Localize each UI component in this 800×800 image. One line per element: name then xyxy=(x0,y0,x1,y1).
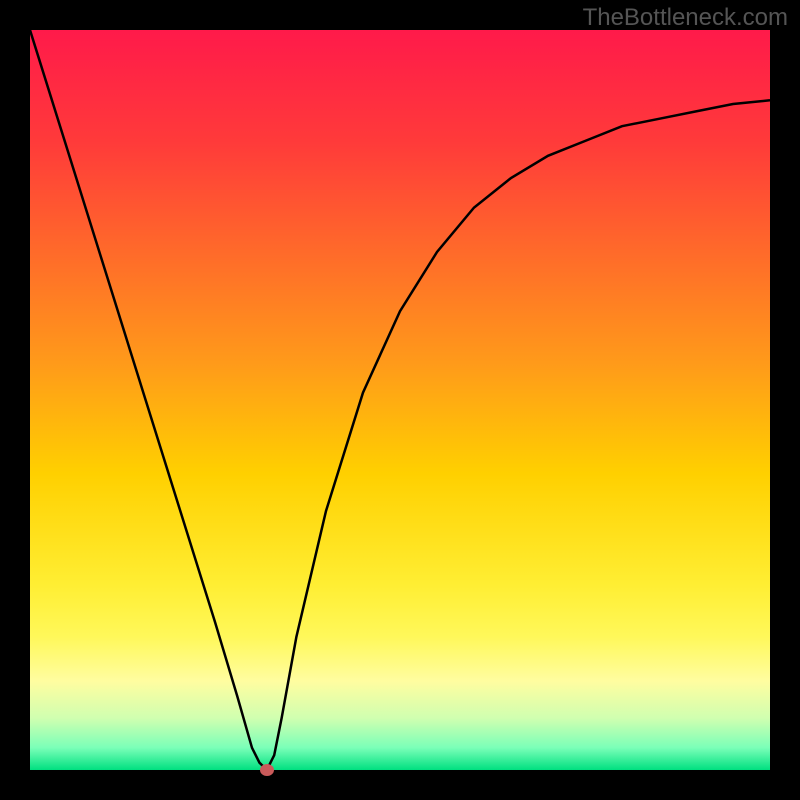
plot-area xyxy=(30,30,770,770)
bottleneck-curve-path xyxy=(30,30,770,770)
minimum-marker xyxy=(260,764,274,776)
watermark-text: TheBottleneck.com xyxy=(583,4,788,32)
curve-layer xyxy=(30,30,770,770)
